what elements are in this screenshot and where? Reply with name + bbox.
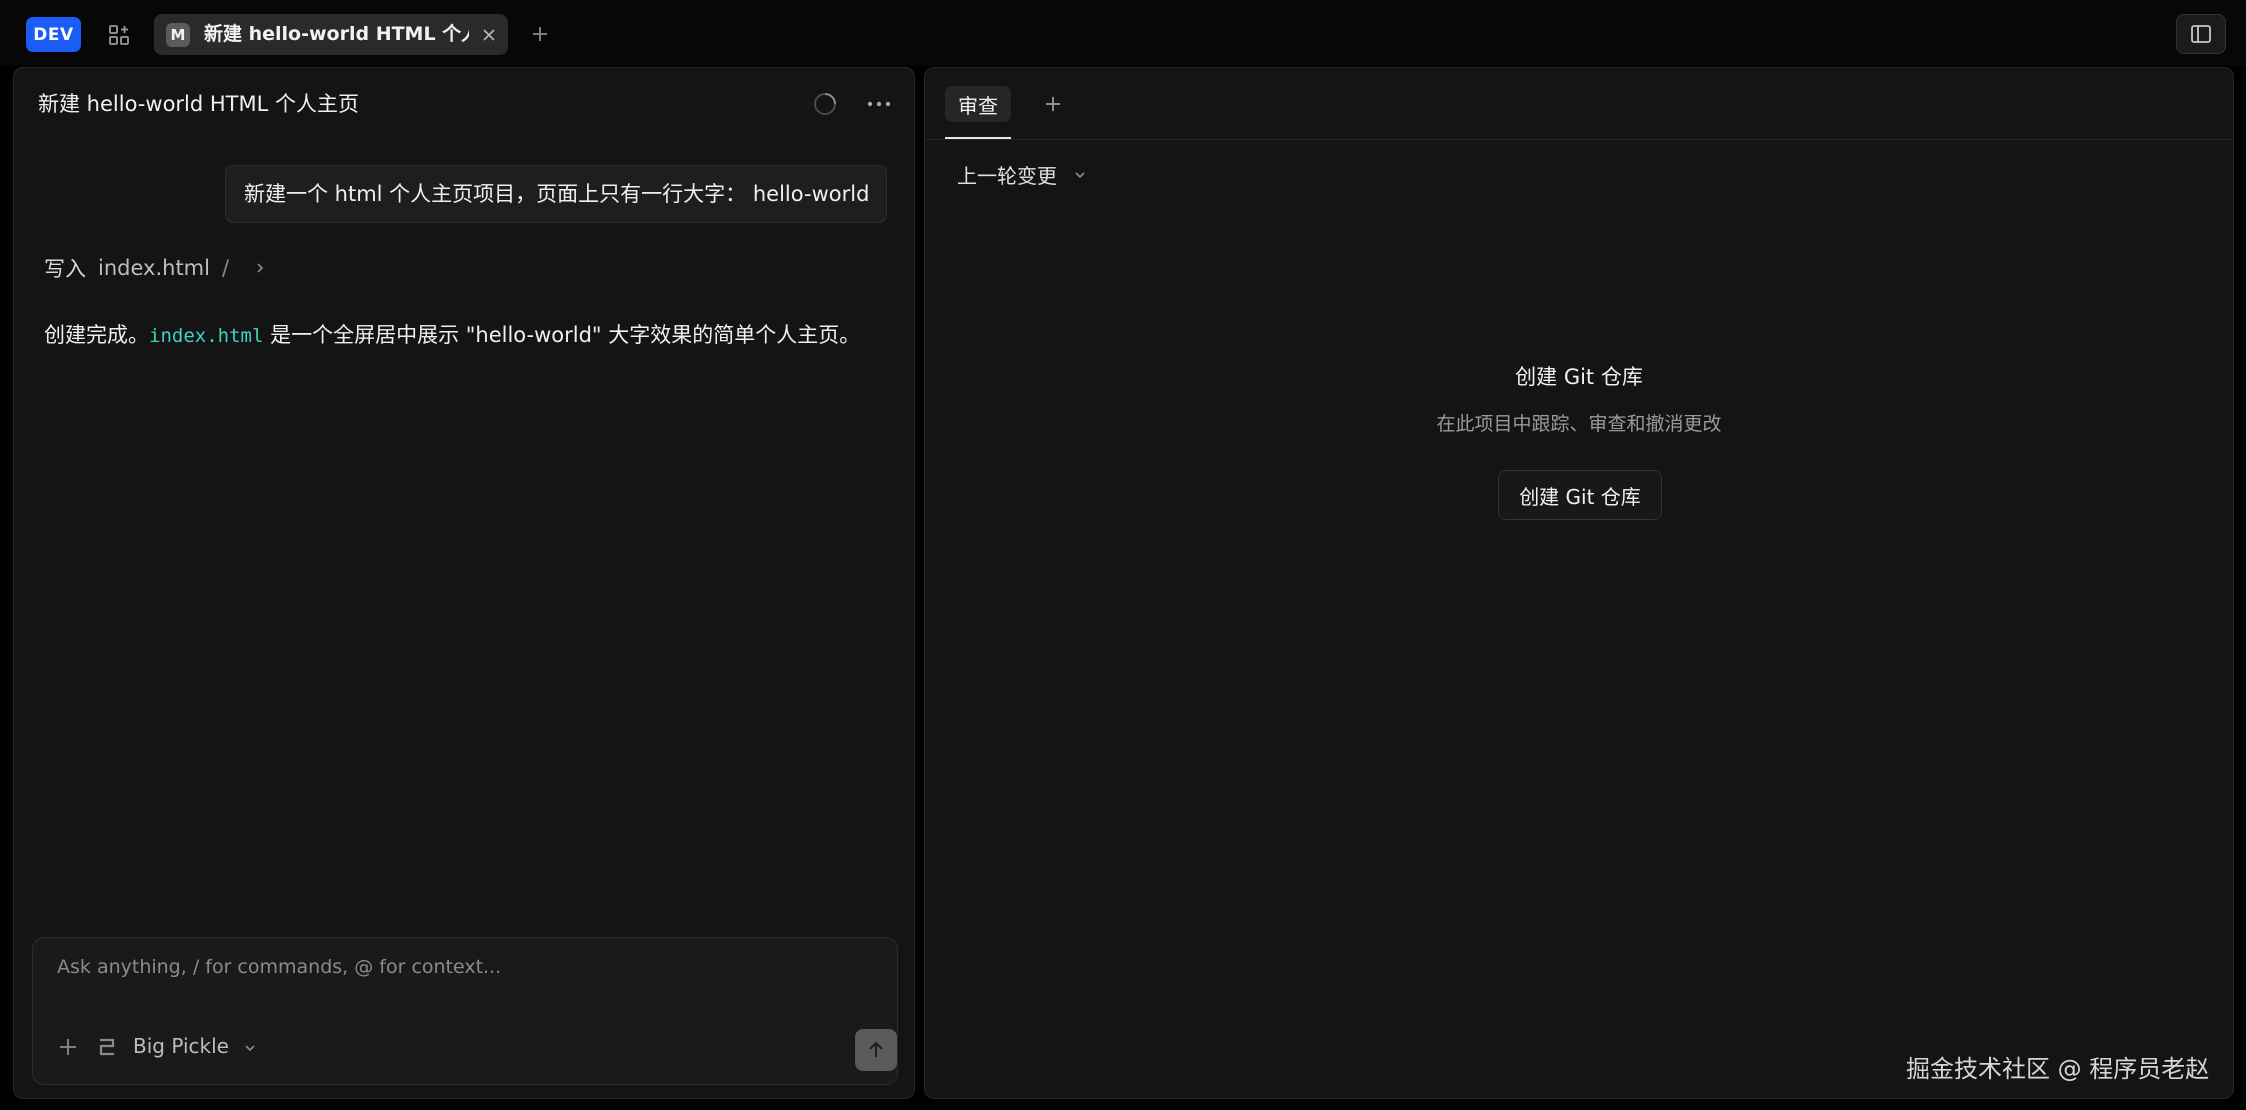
add-tab-plus-icon[interactable] [1041, 92, 1065, 116]
chevron-down-icon[interactable] [243, 1041, 257, 1055]
send-button[interactable] [855, 1029, 897, 1071]
more-options-icon[interactable] [864, 90, 894, 118]
changes-label: 上一轮变更 [957, 164, 1057, 188]
tab-review[interactable]: 审查 [945, 86, 1011, 122]
model-icon [99, 1038, 115, 1056]
empty-state-title: 创建 Git 仓库 [1515, 365, 1643, 389]
new-tab-plus-icon[interactable] [528, 22, 552, 46]
review-panel: 审查 上一轮变更 创建 Git 仓库 在此项目中跟踪、审查和撤消更改 创建 Gi… [924, 67, 2234, 1099]
prompt-input[interactable]: Ask anything, / for commands, @ for cont… [57, 956, 501, 978]
empty-state-description: 在此项目中跟踪、审查和撤消更改 [1436, 413, 1722, 435]
chevron-right-icon[interactable] [253, 261, 267, 275]
tab-title: 新建 hello-world HTML 个人主页 [204, 23, 469, 45]
tool-separator: / [221, 256, 230, 280]
inline-code: index.html [149, 325, 264, 347]
tab-avatar: M [166, 23, 190, 47]
chat-panel: 新建 hello-world HTML 个人主页 新建一个 html 个人主页项… [13, 67, 915, 1099]
divider [925, 139, 2233, 140]
changes-dropdown[interactable]: 上一轮变更 [957, 160, 1087, 189]
tool-verb: 写入 [44, 257, 86, 281]
model-selector[interactable]: Big Pickle [133, 1034, 229, 1058]
assistant-message: 创建完成。index.html 是一个全屏居中展示 "hello-world" … [44, 319, 860, 349]
tool-call-row[interactable]: 写入 index.html / [44, 252, 267, 284]
watermark: 掘金技术社区 @ 程序员老赵 [1906, 1055, 2210, 1083]
result-suffix: 是一个全屏居中展示 "hello-world" 大字效果的简单个人主页。 [263, 323, 861, 347]
session-tab[interactable]: M 新建 hello-world HTML 个人主页 [154, 14, 508, 55]
chevron-down-icon [1073, 168, 1087, 182]
tool-file: index.html [98, 256, 210, 280]
loading-spinner-icon [814, 93, 836, 115]
composer: Ask anything, / for commands, @ for cont… [32, 937, 898, 1085]
result-prefix: 创建完成。 [44, 323, 149, 347]
env-badge: DEV [26, 17, 81, 52]
attach-plus-icon[interactable] [55, 1034, 81, 1060]
create-git-repo-button[interactable]: 创建 Git 仓库 [1498, 470, 1662, 520]
user-message: 新建一个 html 个人主页项目，页面上只有一行大字： hello-world [225, 165, 887, 223]
top-bar: DEV M 新建 hello-world HTML 个人主页 [0, 0, 2246, 66]
apps-grid-icon[interactable] [104, 20, 134, 50]
app-window: DEV M 新建 hello-world HTML 个人主页 [0, 0, 2246, 1110]
toggle-sidebar-icon[interactable] [2176, 14, 2226, 54]
close-icon[interactable] [480, 26, 498, 44]
session-title: 新建 hello-world HTML 个人主页 [38, 92, 359, 116]
